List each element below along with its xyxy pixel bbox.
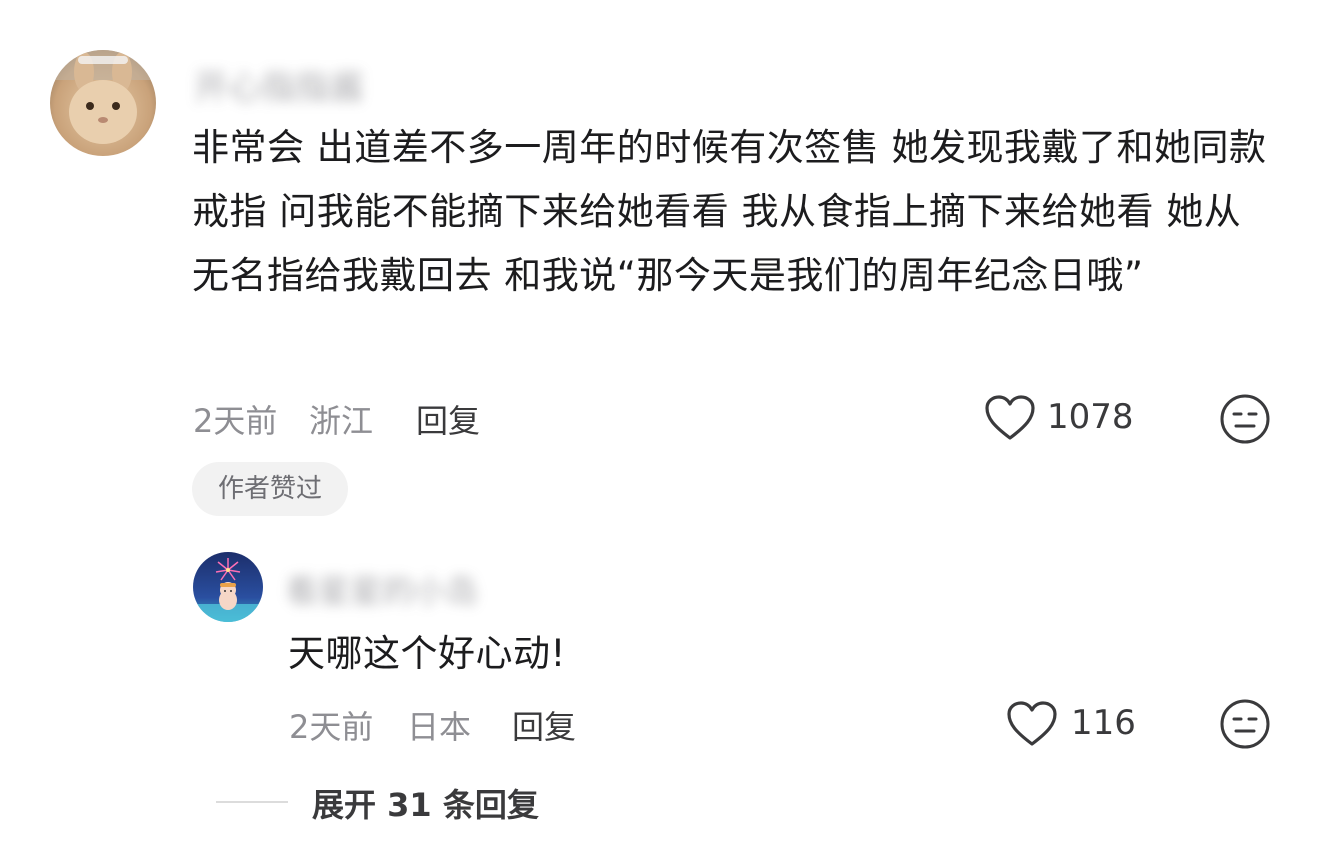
commenter-username[interactable]: 开心指指酱 bbox=[194, 60, 364, 109]
author-liked-badge: 作者赞过 bbox=[192, 462, 348, 516]
heart-outline-icon[interactable] bbox=[1006, 700, 1058, 748]
reply-text: 天哪这个好心动! bbox=[288, 632, 566, 675]
meh-face-icon[interactable] bbox=[1219, 393, 1271, 445]
reply-reply-button[interactable]: 回复 bbox=[512, 702, 576, 748]
expand-replies-button[interactable]: 展开 31 条回复 bbox=[312, 780, 539, 826]
reply-time: 2天前 bbox=[289, 708, 374, 746]
heart-outline-icon[interactable] bbox=[984, 394, 1036, 442]
comment-text: 非常会 出道差不多一周年的时候有次签售 她发现我戴了和她同款戒指 问我能不能摘下… bbox=[192, 126, 1267, 297]
meh-face-icon[interactable] bbox=[1219, 698, 1271, 750]
replier-username[interactable]: 看星星的小岛 bbox=[286, 566, 478, 612]
reply-location: 日本 bbox=[407, 708, 472, 746]
replier-avatar[interactable] bbox=[193, 552, 263, 622]
reply-button[interactable]: 回复 bbox=[416, 396, 480, 442]
expand-divider bbox=[216, 801, 288, 803]
reply-like-count: 116 bbox=[1071, 703, 1136, 743]
comment-time: 2天前 bbox=[193, 402, 278, 440]
commenter-avatar[interactable] bbox=[50, 50, 156, 156]
comment-location: 浙江 bbox=[309, 402, 374, 440]
like-count: 1078 bbox=[1047, 397, 1134, 437]
